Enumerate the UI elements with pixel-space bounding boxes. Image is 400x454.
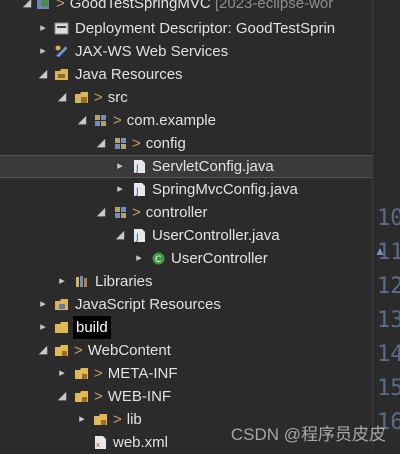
tree-label: controller bbox=[145, 204, 208, 221]
chevron-down-icon[interactable]: ◢ bbox=[38, 339, 48, 362]
tree-row-springmvc-config[interactable]: ▸ J SpringMvcConfig.java bbox=[0, 178, 372, 201]
java-file-icon: J bbox=[134, 229, 145, 243]
tree-row-user-controller-class[interactable]: ▸ C UserController bbox=[0, 247, 372, 270]
tree-row-libraries[interactable]: ▸ Libraries bbox=[0, 270, 372, 293]
line-number: 15 bbox=[377, 376, 400, 401]
chevron-down-icon[interactable]: ◢ bbox=[57, 86, 67, 109]
web-services-icon bbox=[55, 45, 67, 57]
chevron-down-icon[interactable]: ◢ bbox=[77, 109, 87, 132]
tree-row-java-resources[interactable]: ◢ Java Resources bbox=[0, 63, 372, 86]
tree-label: WebContent bbox=[87, 342, 171, 359]
source-folder-icon bbox=[75, 92, 88, 103]
watermark: CSDN @程序员皮皮 bbox=[230, 425, 386, 444]
project-name: GoodTestSpringMVC bbox=[69, 0, 211, 12]
package-icon bbox=[95, 115, 106, 126]
tree-row-webcontent[interactable]: ◢ > WebContent bbox=[0, 339, 372, 362]
chevron-down-icon[interactable]: ◢ bbox=[115, 224, 125, 247]
chevron-down-icon[interactable]: ◢ bbox=[38, 63, 48, 86]
libraries-icon bbox=[76, 276, 87, 287]
tree-row-servlet-config[interactable]: ▸ J ServletConfig.java bbox=[0, 155, 372, 178]
javascript-resources-icon bbox=[55, 299, 68, 310]
tree-label: com.example bbox=[126, 112, 216, 129]
workspace-name: [2023-eclipse-wor bbox=[214, 0, 334, 12]
web-project-icon bbox=[37, 0, 49, 9]
tree-row-jaxws[interactable]: ▸ JAX-WS Web Services bbox=[0, 40, 372, 63]
class-icon: C bbox=[152, 252, 165, 265]
java-resources-icon bbox=[55, 69, 68, 80]
chevron-right-icon[interactable]: ▸ bbox=[57, 270, 67, 293]
chevron-right-icon[interactable]: ▸ bbox=[77, 408, 87, 431]
tree-row-controller[interactable]: ◢ > controller bbox=[0, 201, 372, 224]
tree-row-user-controller-java[interactable]: ◢ J UserController.java bbox=[0, 224, 372, 247]
tree-label: lib bbox=[126, 411, 142, 428]
svg-text:C: C bbox=[155, 255, 161, 265]
tree-row-src[interactable]: ◢ > src bbox=[0, 86, 372, 109]
folder-icon bbox=[75, 368, 88, 379]
tree-label: Libraries bbox=[95, 273, 153, 290]
folder-icon bbox=[55, 345, 68, 356]
tree-label: ServletConfig.java bbox=[152, 158, 274, 175]
svg-text:J: J bbox=[135, 233, 139, 243]
svg-text:J: J bbox=[135, 187, 139, 197]
line-number: 13 bbox=[377, 308, 400, 333]
line-number: 11 bbox=[377, 240, 400, 265]
svg-text:J: J bbox=[135, 164, 139, 174]
tree-row-meta-inf[interactable]: ▸ > META-INF bbox=[0, 362, 372, 385]
tree-label: SpringMvcConfig.java bbox=[152, 181, 298, 198]
tree-label: src bbox=[107, 89, 128, 106]
package-icon bbox=[115, 138, 126, 149]
tree-row-com-example[interactable]: ◢ > com.example bbox=[0, 109, 372, 132]
tree-row-web-inf[interactable]: ◢ > WEB-INF bbox=[0, 385, 372, 408]
tree-label: JAX-WS Web Services bbox=[75, 43, 229, 60]
tree-row-deployment-descriptor[interactable]: ▸ Deployment Descriptor: GoodTestSprin bbox=[0, 17, 372, 40]
chevron-down-icon[interactable]: ◢ bbox=[96, 201, 106, 224]
folder-icon bbox=[55, 322, 68, 333]
chevron-right-icon[interactable]: ▸ bbox=[115, 156, 125, 179]
chevron-right-icon[interactable]: ▸ bbox=[38, 293, 48, 316]
package-icon bbox=[115, 207, 126, 218]
chevron-right-icon[interactable]: ▸ bbox=[38, 17, 48, 40]
java-file-icon: J bbox=[134, 183, 145, 197]
project-explorer-tree: ◢ > GoodTestSpringMVC [2023-eclipse-wor ▸… bbox=[0, 0, 373, 453]
folder-icon bbox=[94, 414, 107, 425]
line-number: 10 bbox=[377, 206, 400, 231]
tree-label: build bbox=[73, 316, 111, 339]
chevron-right-icon[interactable]: ▸ bbox=[115, 178, 125, 201]
deployment-descriptor-icon bbox=[54, 22, 69, 35]
tree-label: config bbox=[145, 135, 186, 152]
chevron-down-icon[interactable]: ◢ bbox=[22, 0, 32, 15]
tree-label: Deployment Descriptor: GoodTestSprin bbox=[75, 20, 336, 37]
java-file-icon: J bbox=[134, 160, 145, 174]
tree-label: JavaScript Resources bbox=[75, 296, 221, 313]
tree-row-project[interactable]: ◢ > GoodTestSpringMVC [2023-eclipse-wor bbox=[0, 0, 372, 15]
line-number: 14 bbox=[377, 342, 400, 367]
chevron-right-icon[interactable]: ▸ bbox=[38, 316, 48, 339]
svg-text:x: x bbox=[96, 441, 100, 449]
chevron-down-icon[interactable]: ◢ bbox=[96, 132, 106, 155]
tree-row-js-resources[interactable]: ▸ JavaScript Resources bbox=[0, 293, 372, 316]
tree-label: UserController bbox=[171, 250, 268, 267]
tree-row-config[interactable]: ◢ > config bbox=[0, 132, 372, 155]
tree-label: web.xml bbox=[113, 434, 169, 451]
tree-row-build[interactable]: ▸ build bbox=[0, 316, 372, 339]
tree-label: META-INF bbox=[107, 365, 178, 382]
chevron-right-icon[interactable]: ▸ bbox=[134, 247, 144, 270]
xml-file-icon: x bbox=[95, 436, 106, 449]
line-number: 12 bbox=[377, 274, 400, 299]
chevron-right-icon[interactable]: ▸ bbox=[38, 40, 48, 63]
tree-label: UserController.java bbox=[152, 227, 280, 244]
tree-label: WEB-INF bbox=[107, 388, 172, 405]
chevron-right-icon[interactable]: ▸ bbox=[57, 362, 67, 385]
folder-icon bbox=[75, 391, 88, 402]
tree-label: Java Resources bbox=[75, 66, 183, 83]
editor-line-number-gutter: ▲ 10 11 12 13 14 15 16 bbox=[373, 0, 400, 453]
chevron-down-icon[interactable]: ◢ bbox=[57, 385, 67, 408]
